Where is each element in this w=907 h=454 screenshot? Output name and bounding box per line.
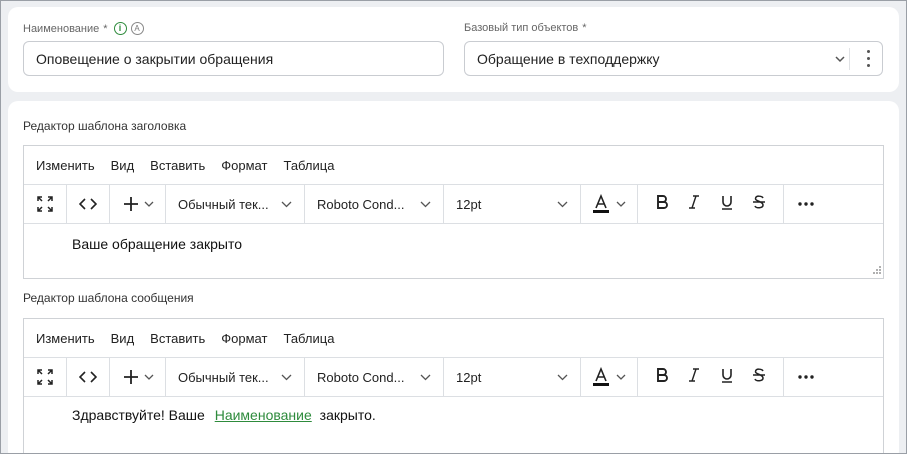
required-marker: *	[103, 22, 108, 35]
fullscreen-button[interactable]	[24, 358, 67, 396]
editor-toolbar: Обычный тек... Roboto Cond... 12pt	[24, 184, 883, 224]
font-size-value: 12pt	[456, 196, 482, 212]
font-family-value: Roboto Cond...	[317, 369, 405, 385]
insert-button[interactable]	[110, 185, 166, 223]
chevron-down-icon	[420, 374, 431, 381]
chevron-down-icon	[616, 201, 626, 207]
base-type-value: Обращение в техподдержку	[477, 50, 660, 67]
fullscreen-button[interactable]	[24, 185, 67, 223]
required-marker: *	[582, 22, 587, 34]
font-family-select[interactable]: Roboto Cond...	[305, 185, 444, 223]
bold-icon[interactable]	[650, 194, 674, 215]
message-content-prefix: Здравствуйте! Ваше	[72, 407, 205, 423]
text-format-group	[638, 185, 784, 223]
chevron-down-icon	[144, 201, 153, 207]
template-variable-link[interactable]: Наименование	[215, 407, 312, 423]
block-style-select[interactable]: Обычный тек...	[166, 358, 305, 396]
italic-icon[interactable]	[682, 194, 706, 215]
strikethrough-icon[interactable]	[747, 367, 771, 388]
menu-table[interactable]: Таблица	[283, 158, 334, 173]
menu-format[interactable]: Формат	[221, 331, 267, 346]
font-size-select[interactable]: 12pt	[444, 185, 581, 223]
source-code-button[interactable]	[67, 185, 110, 223]
text-color-icon	[593, 367, 609, 386]
underline-icon[interactable]	[715, 194, 739, 215]
name-label-text: Наименование	[23, 22, 100, 35]
font-size-value: 12pt	[456, 369, 482, 385]
block-style-value: Обычный тек...	[178, 369, 269, 385]
header-content-text: Ваше обращение закрыто	[72, 236, 243, 252]
message-editor-label: Редактор шаблона сообщения	[23, 291, 194, 305]
code-icon	[79, 371, 97, 383]
base-type-label-text: Базовый тип объектов	[464, 22, 579, 34]
form-header-card: Наименование * i A Оповещение о закрытии…	[8, 7, 899, 92]
text-color-button[interactable]	[581, 358, 638, 396]
message-editor: Изменить Вид Вставить Формат Таблица Обы…	[23, 318, 884, 454]
kebab-menu-icon[interactable]	[867, 50, 870, 67]
editor-toolbar: Обычный тек... Roboto Cond... 12pt	[24, 357, 883, 397]
strikethrough-icon[interactable]	[747, 194, 771, 215]
chevron-down-icon	[281, 374, 292, 381]
menu-view[interactable]: Вид	[111, 158, 135, 173]
text-color-button[interactable]	[581, 185, 638, 223]
base-type-field-label: Базовый тип объектов *	[464, 22, 587, 34]
plus-icon	[123, 197, 138, 211]
chevron-down-icon[interactable]	[834, 52, 846, 68]
font-family-select[interactable]: Roboto Cond...	[305, 358, 444, 396]
plus-icon	[123, 370, 138, 384]
font-size-select[interactable]: 12pt	[444, 358, 581, 396]
text-color-icon	[593, 194, 609, 213]
font-family-value: Roboto Cond...	[317, 196, 405, 212]
menu-edit[interactable]: Изменить	[36, 158, 95, 173]
bold-icon[interactable]	[650, 367, 674, 388]
header-editor-content[interactable]: Ваше обращение закрыто	[24, 224, 883, 278]
info-icon[interactable]: i	[113, 22, 127, 35]
more-icon	[798, 202, 814, 206]
fullscreen-icon	[37, 369, 53, 385]
insert-button[interactable]	[110, 358, 166, 396]
more-button[interactable]	[784, 185, 828, 223]
template-editors-card: Редактор шаблона заголовка Изменить Вид …	[8, 101, 899, 454]
source-code-button[interactable]	[67, 358, 110, 396]
name-field-label: Наименование * i A	[23, 22, 144, 35]
header-editor: Изменить Вид Вставить Формат Таблица Обы…	[23, 145, 884, 279]
editor-menubar: Изменить Вид Вставить Формат Таблица	[24, 146, 883, 184]
code-icon	[79, 198, 97, 210]
name-input[interactable]: Оповещение о закрытии обращения	[23, 41, 444, 76]
message-content-suffix: закрыто.	[319, 407, 376, 423]
header-editor-label: Редактор шаблона заголовка	[23, 119, 187, 133]
block-style-select[interactable]: Обычный тек...	[166, 185, 305, 223]
editor-menubar: Изменить Вид Вставить Формат Таблица	[24, 319, 883, 357]
menu-format[interactable]: Формат	[221, 158, 267, 173]
block-style-value: Обычный тек...	[178, 196, 269, 212]
italic-icon[interactable]	[682, 367, 706, 388]
chevron-down-icon	[144, 374, 153, 380]
chevron-down-icon	[557, 374, 568, 381]
chevron-down-icon	[616, 374, 626, 380]
base-type-select[interactable]: Обращение в техподдержку	[464, 41, 883, 76]
menu-view[interactable]: Вид	[111, 331, 135, 346]
more-icon	[798, 375, 814, 379]
menu-insert[interactable]: Вставить	[150, 158, 205, 173]
resize-handle-icon[interactable]	[871, 266, 881, 276]
more-button[interactable]	[784, 358, 828, 396]
chevron-down-icon	[557, 201, 568, 208]
underline-icon[interactable]	[715, 367, 739, 388]
divider	[849, 48, 850, 70]
menu-table[interactable]: Таблица	[283, 331, 334, 346]
menu-edit[interactable]: Изменить	[36, 331, 95, 346]
chevron-down-icon	[281, 201, 292, 208]
chevron-down-icon	[420, 201, 431, 208]
localization-icon[interactable]: A	[130, 22, 144, 35]
menu-insert[interactable]: Вставить	[150, 331, 205, 346]
message-editor-content[interactable]: Здравствуйте! Ваше Наименование закрыто.	[24, 397, 883, 454]
text-format-group	[638, 358, 784, 396]
fullscreen-icon	[37, 196, 53, 212]
